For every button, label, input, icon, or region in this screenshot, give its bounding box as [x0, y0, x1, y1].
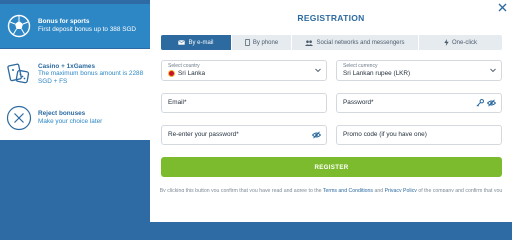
- sri-lanka-flag-icon: [168, 70, 175, 77]
- country-value: Sri Lanka: [178, 70, 205, 77]
- dice-cards-icon: [6, 61, 32, 87]
- lightning-icon: [444, 39, 449, 46]
- bonus-sports-option[interactable]: Bonus for sports First deposit bonus up …: [0, 4, 150, 48]
- bonus-reject-title: Reject bonuses: [38, 110, 86, 118]
- email-field[interactable]: Email*: [161, 93, 327, 113]
- soccer-ball-icon: [6, 13, 32, 39]
- country-select[interactable]: Select country Sri Lanka: [161, 60, 327, 81]
- bonus-casino-subtitle: The maximum bonus amount is 2288 SGD + F…: [38, 70, 144, 85]
- tab-one-click[interactable]: One-click: [419, 35, 502, 50]
- users-icon: [305, 39, 314, 46]
- tab-label: One-click: [451, 39, 477, 46]
- bonus-sports-title: Bonus for sports: [38, 18, 90, 26]
- tab-label: Social networks and messengers: [316, 39, 405, 46]
- reenter-password-placeholder: Re-enter your password*: [168, 131, 239, 138]
- close-circle-icon: [6, 105, 32, 131]
- key-icon[interactable]: [476, 99, 484, 107]
- promo-code-field[interactable]: Promo code (if you have one): [336, 125, 502, 145]
- registration-tabs: By e-mail By phone Social networks and m…: [161, 35, 502, 50]
- registration-modal: REGISTRATION By e-mail By phone Social n…: [150, 0, 512, 202]
- modal-footer-bg: [150, 192, 512, 222]
- chevron-down-icon: [490, 68, 496, 73]
- eye-off-icon[interactable]: [487, 99, 496, 107]
- currency-label: Select currency: [343, 63, 378, 69]
- tab-by-phone[interactable]: By phone: [232, 35, 292, 50]
- password-placeholder: Password*: [343, 99, 374, 106]
- bonus-reject-subtitle: Make your choice later: [38, 118, 103, 125]
- phone-icon: [244, 39, 250, 46]
- password-field[interactable]: Password*: [336, 93, 502, 113]
- promo-code-placeholder: Promo code (if you have one): [343, 131, 427, 138]
- bonus-casino-option[interactable]: Casino + 1xGames The maximum bonus amoun…: [0, 53, 150, 95]
- register-button[interactable]: REGISTER: [161, 157, 502, 177]
- currency-value: Sri Lankan rupee (LKR): [343, 70, 411, 77]
- bonus-casino-title: Casino + 1xGames: [38, 62, 96, 70]
- envelope-icon: [178, 40, 186, 45]
- tab-social-networks[interactable]: Social networks and messengers: [292, 35, 419, 50]
- page-title: REGISTRATION: [297, 13, 365, 23]
- country-label: Select country: [168, 63, 200, 69]
- tab-by-email[interactable]: By e-mail: [161, 35, 232, 50]
- bonus-panel-footer-bg: [0, 140, 150, 222]
- tab-label: By e-mail: [188, 39, 214, 46]
- tab-label: By phone: [252, 39, 279, 46]
- email-placeholder: Email*: [168, 99, 187, 106]
- bonus-panel: Bonus for sports First deposit bonus up …: [0, 0, 150, 222]
- reenter-password-field[interactable]: Re-enter your password*: [161, 125, 327, 145]
- bonus-reject-option[interactable]: Reject bonuses Make your choice later: [0, 97, 150, 139]
- chevron-down-icon: [315, 68, 321, 73]
- eye-off-icon[interactable]: [312, 131, 321, 139]
- currency-select[interactable]: Select currency Sri Lankan rupee (LKR): [336, 60, 502, 81]
- bonus-sports-subtitle: First deposit bonus up to 388 SGD: [38, 26, 137, 33]
